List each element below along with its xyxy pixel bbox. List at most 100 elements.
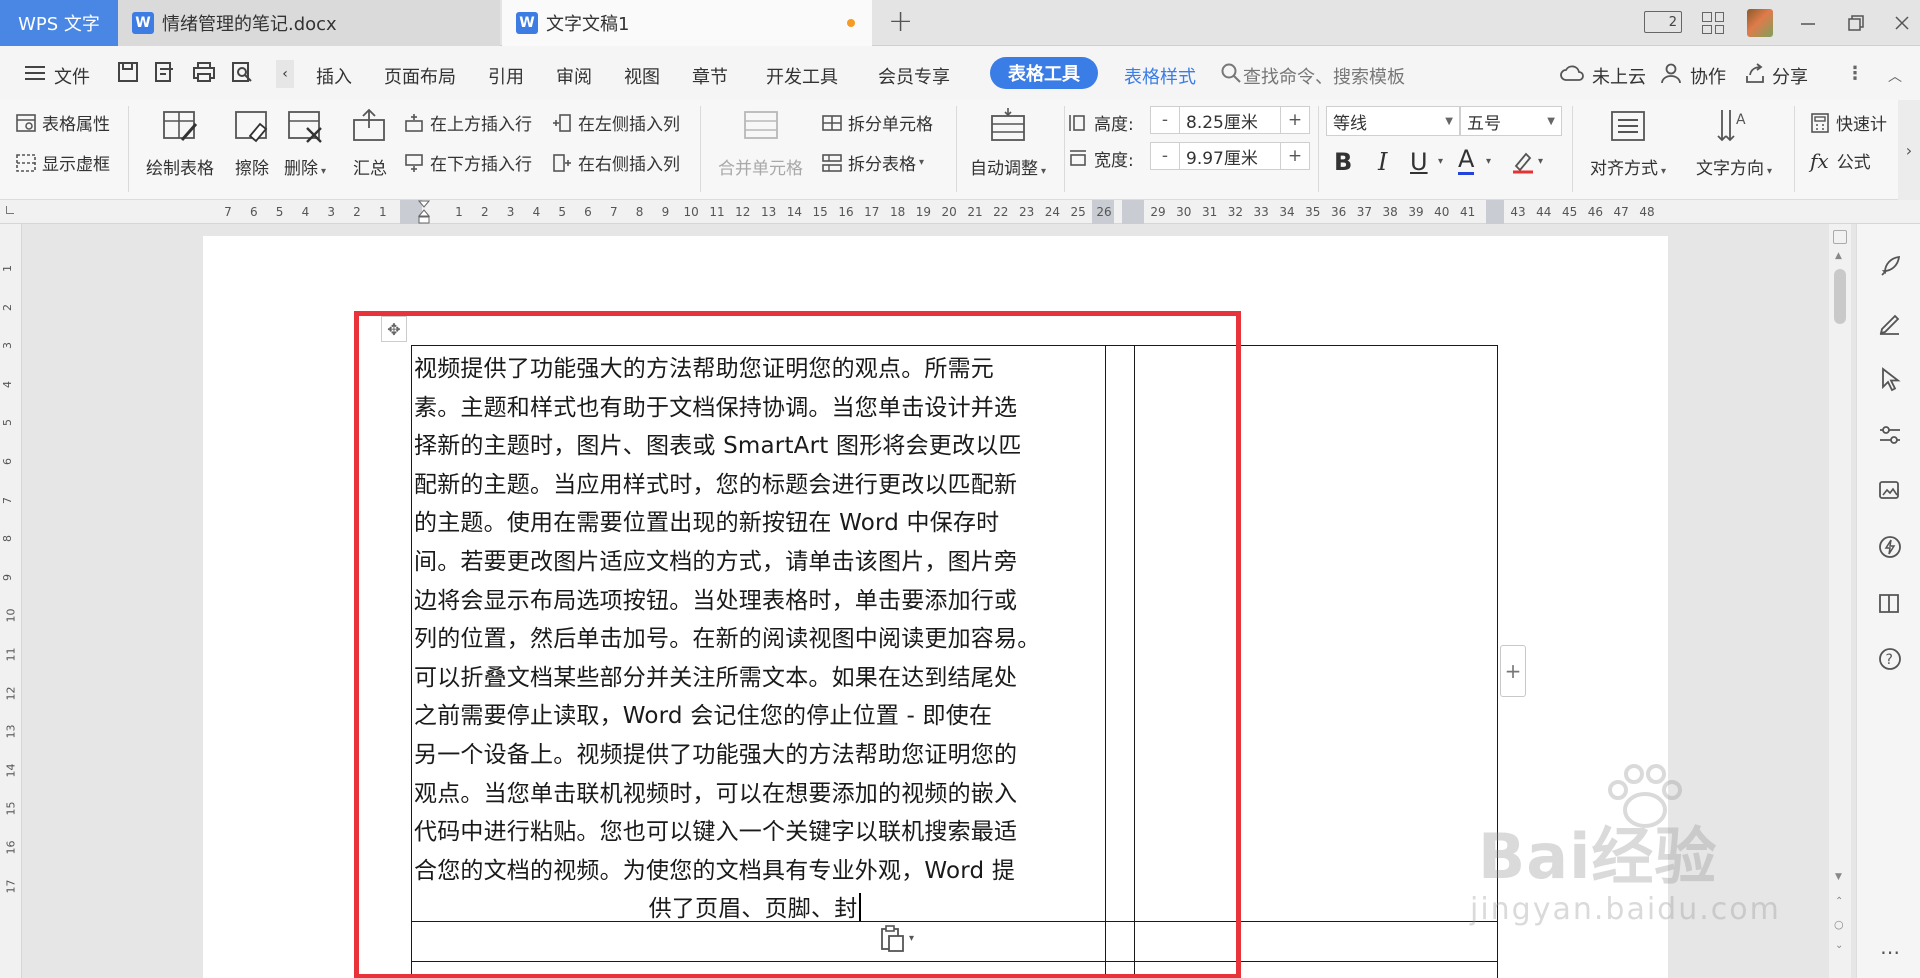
pen-icon[interactable] xyxy=(1877,310,1903,336)
bold-button[interactable]: B xyxy=(1334,148,1352,176)
select-browse-object-icon[interactable]: ○ xyxy=(1834,918,1844,931)
print-preview-icon[interactable] xyxy=(230,60,252,84)
insert-row-above-button[interactable]: 在上方插入行 xyxy=(404,110,532,135)
menu-chapter[interactable]: 章节 xyxy=(692,63,728,89)
lightning-icon[interactable] xyxy=(1877,534,1903,560)
row-height-decrease-button[interactable]: - xyxy=(1151,107,1179,133)
insert-column-left-label: 在左侧插入列 xyxy=(578,115,680,135)
scrollbar-thumb[interactable] xyxy=(1834,269,1846,324)
minimize-icon[interactable] xyxy=(1796,8,1820,38)
column-width-increase-button[interactable]: + xyxy=(1281,143,1309,169)
underline-button[interactable]: U xyxy=(1410,148,1428,176)
hamburger-icon[interactable] xyxy=(24,64,46,88)
column-width-input[interactable]: 9.97厘米 xyxy=(1179,143,1281,169)
next-page-icon[interactable]: ⌄ xyxy=(1835,940,1843,951)
ribbon-scroll-right-icon[interactable]: › xyxy=(1898,100,1920,200)
vertical-ruler[interactable]: 1 2 3 4 5 6 7 8 9 10 11 12 13 14 15 16 17 xyxy=(0,224,22,978)
insert-column-right-button[interactable]: 在右侧插入列 xyxy=(552,150,680,175)
tab-table-style[interactable]: 表格样式 xyxy=(1124,63,1196,89)
font-size-select[interactable]: 五号 ▼ xyxy=(1460,106,1562,136)
menu-view[interactable]: 视图 xyxy=(624,63,660,89)
window-count-button[interactable]: 2 xyxy=(1644,11,1682,33)
menu-review[interactable]: 审阅 xyxy=(556,63,592,89)
italic-button[interactable]: I xyxy=(1378,148,1387,176)
font-color-dropdown-icon[interactable]: ▾ xyxy=(1486,156,1491,167)
add-column-button[interactable]: + xyxy=(1500,645,1526,697)
menu-file[interactable]: 文件 xyxy=(54,63,90,89)
font-name-select[interactable]: 等线 ▼ xyxy=(1326,106,1460,136)
export-pdf-icon[interactable] xyxy=(153,60,175,84)
table-properties-button[interactable]: 表格属性 xyxy=(16,110,110,135)
book-icon[interactable] xyxy=(1877,590,1903,616)
new-tab-button[interactable]: + xyxy=(888,4,913,39)
quick-calc-button[interactable]: 快速计 xyxy=(1810,110,1887,135)
vertical-scrollbar[interactable]: ▲ ▼ ⌃ ○ ⌄ xyxy=(1829,224,1851,978)
search-icon[interactable] xyxy=(1220,62,1242,86)
rocket-icon[interactable] xyxy=(1877,254,1903,280)
split-table-button[interactable]: 拆分表格 ▾ xyxy=(822,150,924,175)
close-icon[interactable] xyxy=(1890,8,1914,38)
wps-brand-tab[interactable]: WPS 文字 xyxy=(0,0,118,46)
summary-button[interactable]: 汇总 xyxy=(350,106,390,179)
highlight-dropdown-icon[interactable]: ▾ xyxy=(1538,156,1543,167)
insert-column-left-button[interactable]: 在左侧插入列 xyxy=(552,110,680,135)
ruler-tick-label: 39 xyxy=(1408,205,1424,219)
more-options-icon[interactable]: ⋮ xyxy=(1846,63,1864,84)
more-horizontal-icon[interactable]: ⋯ xyxy=(1877,940,1903,966)
scroll-top-icon[interactable] xyxy=(1833,230,1847,244)
insert-column-left-icon xyxy=(552,113,572,133)
horizontal-ruler[interactable]: 7 6 5 4 3 2 1 1 2 3 4 5 6 7 8 9 10 11 12 13 14 15 16 17 18 19 20 21… xyxy=(0,200,1920,224)
column-width-stepper[interactable]: - 9.97厘米 + xyxy=(1150,142,1310,170)
insert-row-below-button[interactable]: 在下方插入行 xyxy=(404,150,532,175)
menu-member[interactable]: 会员专享 xyxy=(878,63,950,89)
split-cells-button[interactable]: 拆分单元格 xyxy=(822,110,933,135)
collaborate-button[interactable]: 协作 xyxy=(1690,63,1726,89)
erase-button[interactable]: 擦除 xyxy=(232,106,272,179)
alignment-button[interactable]: 对齐方式 ▾ xyxy=(1590,106,1666,179)
tab-document-draft[interactable]: W 文字文稿1 xyxy=(502,0,872,46)
table-properties-icon xyxy=(16,113,36,133)
font-color-button[interactable]: A xyxy=(1458,146,1475,175)
scroll-up-icon[interactable]: ▲ xyxy=(1835,251,1842,261)
tab-table-tools[interactable]: 表格工具 xyxy=(990,57,1098,89)
delete-button[interactable]: 删除 ▾ xyxy=(284,106,326,179)
menu-references[interactable]: 引用 xyxy=(488,63,524,89)
menu-page-layout[interactable]: 页面布局 xyxy=(384,63,456,89)
share-icon[interactable] xyxy=(1744,62,1766,86)
merge-cells-button[interactable]: 合并单元格 xyxy=(718,106,803,179)
auto-fit-button[interactable]: 自动调整 ▾ xyxy=(970,106,1046,179)
collapse-ribbon-icon[interactable]: ︿ xyxy=(1888,66,1902,86)
formula-button[interactable]: fx 公式 xyxy=(1810,148,1871,174)
apps-grid-icon[interactable] xyxy=(1702,12,1724,34)
image-edit-icon[interactable] xyxy=(1877,478,1903,504)
save-icon[interactable] xyxy=(117,60,139,84)
previous-page-icon[interactable]: ⌃ xyxy=(1835,896,1843,907)
help-icon[interactable]: ? xyxy=(1877,646,1903,672)
menu-insert[interactable]: 插入 xyxy=(316,63,352,89)
draw-table-button[interactable]: 绘制表格 xyxy=(146,106,214,179)
text-direction-button[interactable]: A 文字方向 ▾ xyxy=(1696,106,1772,179)
row-height-stepper[interactable]: - 8.25厘米 + xyxy=(1150,106,1310,134)
highlight-annotation-box xyxy=(354,311,1241,978)
underline-dropdown-icon[interactable]: ▾ xyxy=(1438,156,1443,167)
row-height-increase-button[interactable]: + xyxy=(1281,107,1309,133)
share-button[interactable]: 分享 xyxy=(1772,63,1808,89)
restore-icon[interactable] xyxy=(1844,8,1868,38)
command-search-input[interactable]: 查找命令、搜索模板 xyxy=(1243,63,1405,89)
print-icon[interactable] xyxy=(192,60,215,84)
column-width-decrease-button[interactable]: - xyxy=(1151,143,1179,169)
avatar[interactable] xyxy=(1747,9,1773,37)
menu-developer[interactable]: 开发工具 xyxy=(766,63,838,89)
first-line-indent-marker[interactable] xyxy=(417,200,431,224)
user-collab-icon[interactable] xyxy=(1660,62,1682,86)
scroll-down-icon[interactable]: ▼ xyxy=(1835,872,1842,882)
cursor-select-icon[interactable] xyxy=(1877,366,1903,392)
cloud-status-button[interactable]: 未上云 xyxy=(1592,63,1646,89)
show-gridlines-button[interactable]: 显示虚框 xyxy=(16,150,110,175)
ruler-tick-label: 41 xyxy=(1459,205,1476,219)
cloud-icon[interactable] xyxy=(1560,62,1584,86)
row-height-input[interactable]: 8.25厘米 xyxy=(1179,107,1281,133)
tab-document-notes[interactable]: W 情绪管理的笔记.docx xyxy=(118,0,568,46)
chevron-left-icon[interactable]: ‹ xyxy=(276,60,294,88)
sliders-icon[interactable] xyxy=(1877,422,1903,448)
